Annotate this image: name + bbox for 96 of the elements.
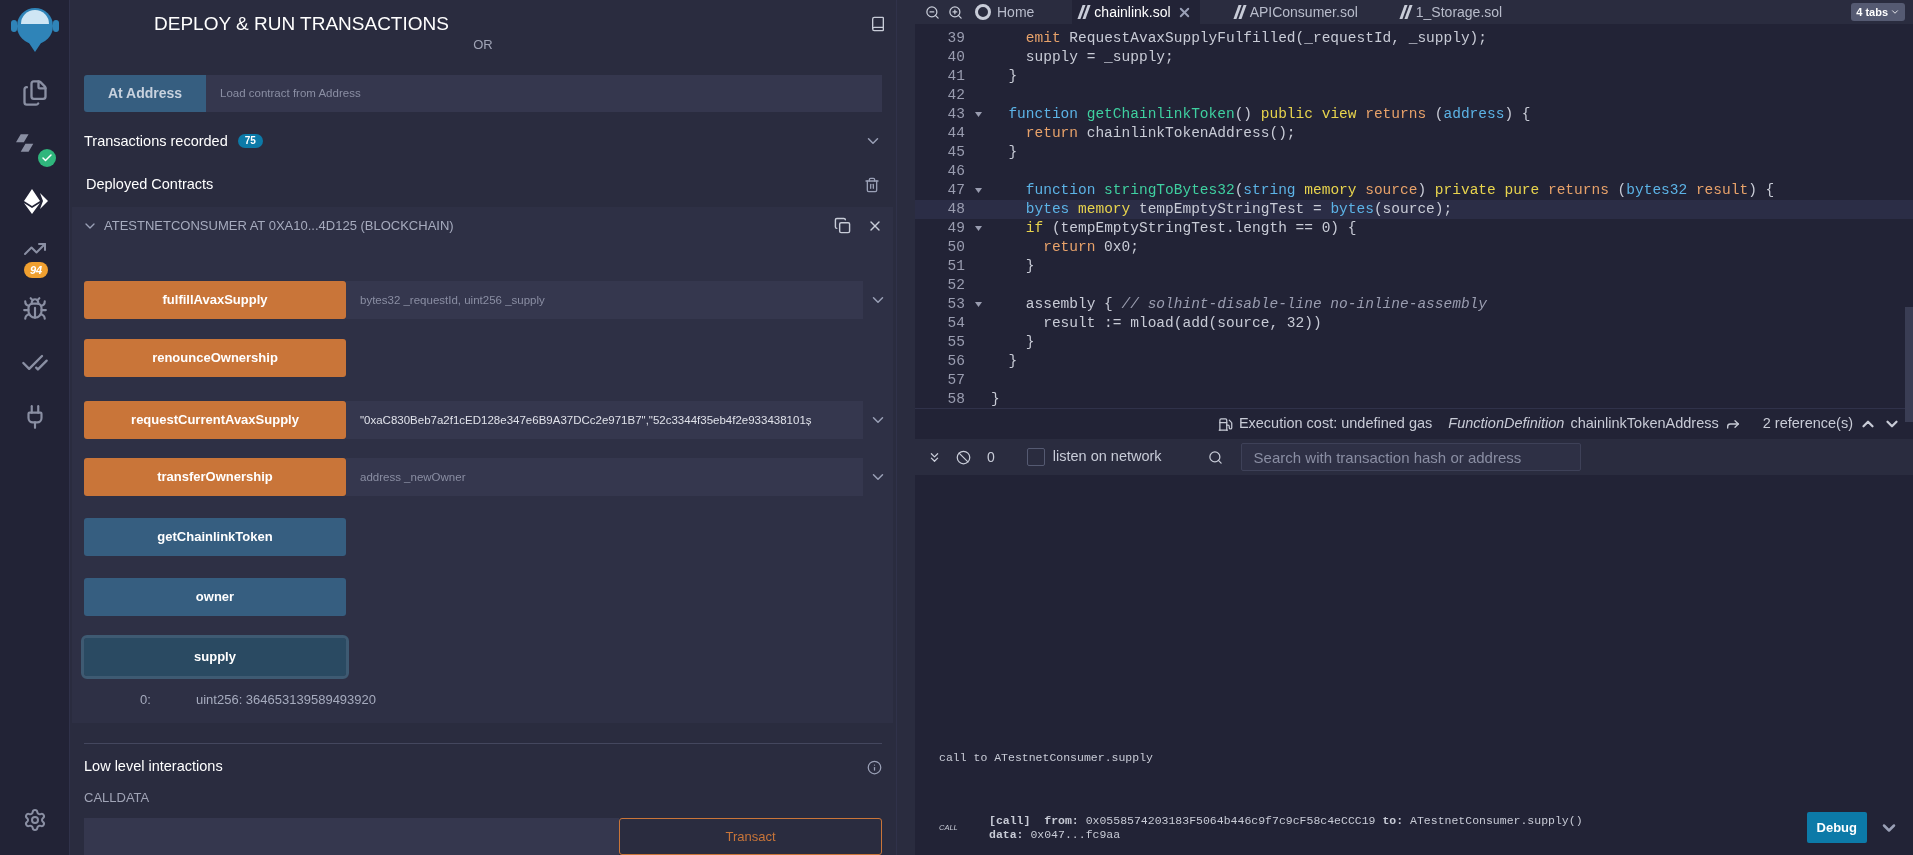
code-line: assembly { // solhint-disable-line no-inline-assembly — [1024, 294, 1487, 314]
code-line: } — [991, 389, 1000, 409]
editor-tab[interactable]: Home — [967, 0, 1043, 24]
line-number: 40 — [946, 47, 965, 67]
search-field[interactable]: Search with transaction hash or address — [1240, 443, 1581, 471]
code-line: if (tempEmptyStringTest.length == 0) { — [1024, 218, 1357, 238]
tabs-menu-button[interactable]: 4 tabs — [1851, 3, 1905, 21]
node-name: chainlinkTokenAddress — [1570, 414, 1719, 434]
code-line: } — [1024, 256, 1035, 276]
code-line: } — [1007, 351, 1018, 371]
calldata-label: CALLDATA — [84, 789, 151, 808]
zoom-out-icon[interactable] — [925, 4, 940, 20]
arguments-field[interactable]: bytes32 _requestId, uint256 _supply — [346, 280, 863, 319]
line-number: 41 — [946, 66, 965, 86]
line-number: 52 — [946, 275, 965, 295]
code-line: result := mload(add(source, 32)) — [1042, 313, 1322, 333]
code-line: emit RequestAvaxSupplyFulfilled(_requestId, _supply); — [1024, 28, 1487, 48]
editor-tab[interactable]: 1_Storage.sol — [1393, 0, 1511, 24]
code-line: function getChainlinkToken() public view returns (address) { — [1007, 104, 1531, 124]
line-number: 55 — [946, 332, 965, 352]
listen-checkbox[interactable] — [1026, 448, 1045, 466]
line-number: 53 — [946, 294, 965, 314]
low-level-title: Low level interactions — [84, 757, 223, 777]
function-button[interactable]: transferOwnership — [84, 457, 346, 496]
fold-icon[interactable] — [974, 226, 982, 231]
call-details: data: 0x047...fc9aa — [989, 827, 1122, 842]
execution-cost: Execution cost: undefined gas — [1238, 414, 1433, 434]
terminal-message: call to ATestnetConsumer.supply — [939, 749, 1154, 766]
panel-title: DEPLOY & RUN TRANSACTIONS — [154, 12, 449, 36]
line-number: 58 — [946, 389, 965, 409]
line-number: 50 — [946, 237, 965, 257]
function-button[interactable]: requestCurrentAvaxSupply — [84, 400, 346, 439]
copy-icon[interactable] — [834, 217, 851, 235]
line-number: 51 — [946, 256, 965, 276]
line-number: 43 — [946, 104, 965, 124]
clear-icon[interactable] — [956, 449, 971, 465]
function-button[interactable]: fulfillAvaxSupply — [84, 280, 346, 319]
node-type: FunctionDefinition — [1448, 414, 1565, 434]
code-line: bytes memory tempEmptyStringTest = bytes(source); — [1024, 199, 1453, 219]
line-number: 49 — [946, 218, 965, 238]
gas-icon — [1217, 416, 1233, 432]
calldata-field[interactable] — [84, 817, 619, 855]
address-field[interactable]: Load contract from Address — [206, 75, 882, 112]
line-number: 46 — [946, 161, 965, 181]
line-number: 54 — [946, 313, 965, 333]
zoom-in-icon[interactable] — [948, 4, 963, 20]
code-line: } — [1024, 332, 1035, 352]
line-number: 48 — [946, 199, 965, 219]
line-number: 39 — [946, 28, 965, 48]
editor-tab[interactable]: chainlink.sol — [1072, 0, 1200, 24]
caret-icon — [1890, 7, 1900, 17]
or-label: OR — [473, 38, 493, 51]
arguments-field[interactable]: address _newOwner — [346, 457, 863, 496]
result-index: 0: — [139, 690, 152, 709]
at-address-button[interactable]: At Address — [84, 75, 206, 112]
docs-icon[interactable] — [870, 16, 886, 33]
count-badge: 94 — [24, 262, 49, 278]
code-line: supply = _supply; — [1024, 47, 1174, 67]
search-icon — [1207, 449, 1223, 465]
listen-label: listen on network — [1052, 447, 1162, 467]
references-count: 2 reference(s) — [1762, 414, 1853, 434]
fold-icon[interactable] — [974, 188, 982, 193]
deployed-contracts-label: Deployed Contracts — [86, 175, 214, 195]
call-details: [call] from: 0x0558574203183F5064b446c9f7c9cF58c4eCCC19 to: ATestnetConsumer.supply() — [989, 813, 1583, 828]
line-number: 45 — [946, 142, 965, 162]
code-line: return 0x0; — [1042, 237, 1139, 257]
code-line: } — [1007, 142, 1018, 162]
files-icon[interactable] — [20, 79, 49, 107]
count-badge: 75 — [237, 134, 263, 149]
line-number: 57 — [946, 370, 965, 390]
function-button[interactable]: getChainlinkToken — [84, 517, 346, 556]
line-number: 56 — [946, 351, 965, 371]
transactions-label: Transactions recorded — [84, 131, 228, 151]
code-line: } — [1007, 66, 1018, 86]
home-icon — [975, 4, 991, 20]
line-number: 44 — [946, 123, 965, 143]
debug-button[interactable]: Debug — [1806, 812, 1867, 843]
line-number: 42 — [946, 85, 965, 105]
settings-icon[interactable] — [22, 808, 47, 832]
bug-icon[interactable] — [21, 296, 48, 322]
code-line: function stringToBytes32(string memory source) private pure returns (bytes32 result) { — [1024, 180, 1775, 200]
editor-tab[interactable]: APIConsumer.sol — [1227, 0, 1366, 24]
arguments-field[interactable]: "0xaC830Beb7a2f1cED128e347e6B9A37DCc2e971B7","52c3344f35eb4f2e933438101ș — [346, 400, 863, 439]
function-button[interactable]: supply — [84, 637, 346, 676]
fold-icon[interactable] — [974, 112, 982, 117]
fold-icon[interactable] — [974, 302, 982, 307]
transact-button[interactable]: Transact — [619, 817, 882, 855]
function-button[interactable]: renounceOwnership — [84, 338, 346, 377]
line-number: 47 — [946, 180, 965, 200]
function-button[interactable]: owner — [84, 577, 346, 616]
trash-icon[interactable] — [864, 177, 880, 194]
info-icon[interactable] — [867, 759, 882, 775]
code-line: return chainlinkTokenAddress(); — [1024, 123, 1296, 143]
contract-title[interactable]: ATESTNETCONSUMER AT 0XA10...4D125 (BLOCKCHAIN) — [104, 216, 454, 236]
pending-count: 0 — [987, 447, 995, 467]
result-value: uint256: 364653139589493920 — [196, 690, 376, 709]
